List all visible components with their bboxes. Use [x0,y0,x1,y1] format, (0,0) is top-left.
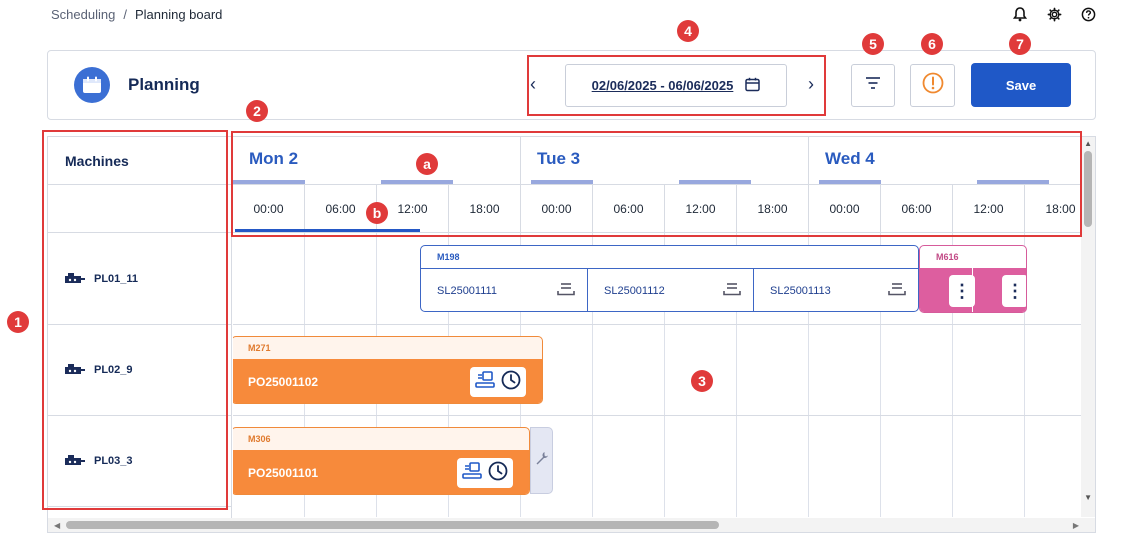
job-card-orange[interactable]: M306 PO25001101 [233,427,530,495]
alert-icon [922,72,944,99]
hour-label: 18:00 [737,185,809,233]
annotation-marker: 6 [921,33,943,55]
machine-name: PL02_9 [94,364,133,376]
day-header: Tue 3 [521,137,809,185]
day-label: Mon 2 [249,149,299,168]
sub-job-label: SL25001111 [437,284,497,297]
breadcrumb: Scheduling / Planning board [51,7,222,22]
maintenance-tab[interactable] [530,427,553,494]
stack-icon [888,282,906,299]
vertical-scrollbar[interactable]: ▲ ▼ [1081,137,1095,517]
hour-label: 12:00 [665,185,737,233]
day-header: Wed 4 [809,137,1081,185]
sub-job[interactable]: SL25001111 [421,268,587,312]
machines-header: Machines [48,137,232,185]
breadcrumb-current: Planning board [134,7,223,22]
annotation-marker: a [416,153,438,175]
save-button[interactable]: Save [971,63,1071,107]
annotation-marker: 2 [246,100,268,122]
hour-label: 00:00 [233,185,305,233]
calendar-icon [74,67,110,103]
day-header: Mon 2 [233,137,521,185]
gear-icon[interactable] [1046,6,1062,22]
sub-job[interactable]: SL25001112 [587,268,753,312]
job-code: M271 [248,343,271,353]
hour-label: 00:00 [521,185,593,233]
job-card-pink[interactable]: M616 ⋮ ⋮ [919,245,1027,313]
more-options-icon[interactable]: ⋮ [1002,275,1026,307]
hour-label: 06:00 [593,185,665,233]
job-actions [457,458,513,488]
job-card-orange[interactable]: M271 PO25001102 [233,336,543,404]
stack-icon [723,282,741,299]
hour-label: 06:00 [881,185,953,233]
breadcrumb-separator: / [123,7,127,22]
machines-column: Machines PL01_11 PL02_9 PL03_3 [48,137,232,532]
annotation-marker: 7 [1009,33,1031,55]
chevron-right-icon[interactable]: › [808,74,814,95]
machine-icon [64,454,86,469]
day-label: Tue 3 [537,149,581,168]
machine-icon [64,363,86,378]
stack-icon [557,282,575,299]
help-icon[interactable] [1080,6,1096,22]
warnings-button[interactable] [910,64,955,107]
machine-name: PL03_3 [94,455,133,467]
clock-icon[interactable] [501,370,521,395]
page-title: Planning [128,75,200,94]
job-code: M616 [936,252,959,262]
hour-label: 00:00 [809,185,881,233]
machine-icon [64,272,86,287]
machine-row[interactable]: PL01_11 [48,234,232,325]
filter-icon [865,76,881,95]
clock-icon[interactable] [488,461,508,486]
machine-row[interactable]: PL02_9 [48,325,232,416]
machines-header-spacer [48,185,232,233]
horizontal-scrollbar[interactable]: ◀ ▶ [48,518,1095,532]
filter-button[interactable] [851,64,895,107]
order-label: PO25001102 [248,374,319,389]
calendar-small-icon [745,77,761,95]
job-card-blue[interactable]: M198 SL25001111 SL25001112 SL25001113 [420,245,919,312]
current-time-indicator [235,229,420,232]
hour-label: 12:00 [377,185,449,233]
sub-job[interactable]: SL25001113 [753,268,918,312]
machine-assign-icon[interactable] [462,461,482,485]
scroll-left-icon[interactable]: ◀ [54,521,60,530]
top-toolbar [1012,6,1096,22]
more-options-icon[interactable]: ⋮ [949,275,975,307]
machine-assign-icon[interactable] [475,370,495,394]
horizontal-scroll-thumb[interactable] [66,521,719,529]
hour-label: 18:00 [449,185,521,233]
sub-job-label: SL25001113 [770,284,831,297]
annotation-marker: 1 [7,311,29,333]
hour-label: 12:00 [953,185,1025,233]
date-range-picker[interactable]: 02/06/2025 - 06/06/2025 [565,64,787,107]
planning-board: Machines PL01_11 PL02_9 PL03_3 Mon 2 Tue… [47,136,1096,533]
annotation-marker: b [366,202,388,224]
annotation-marker: 5 [862,33,884,55]
annotation-marker: 4 [677,20,699,42]
scroll-right-icon[interactable]: ▶ [1073,521,1079,530]
chevron-left-icon[interactable]: ‹ [530,74,536,95]
job-actions [470,367,526,397]
machine-row[interactable]: PL03_3 [48,416,232,507]
scroll-up-icon[interactable]: ▲ [1084,139,1092,148]
hour-label: 18:00 [1025,185,1081,233]
wrench-icon [535,451,549,470]
timeline: Mon 2 Tue 3 Wed 4 00:00 06:00 12:00 18:0… [233,137,1081,517]
scroll-down-icon[interactable]: ▼ [1084,493,1092,502]
job-code: M306 [248,434,271,444]
annotation-marker: 3 [691,370,713,392]
order-label: PO25001101 [248,465,319,480]
sub-job-label: SL25001112 [604,284,665,297]
day-label: Wed 4 [825,149,875,168]
breadcrumb-parent[interactable]: Scheduling [51,7,115,22]
job-code: M198 [437,252,460,262]
vertical-scroll-thumb[interactable] [1084,151,1092,227]
date-range-value: 02/06/2025 - 06/06/2025 [591,78,734,93]
machine-name: PL01_11 [94,273,139,285]
bell-icon[interactable] [1012,6,1028,22]
